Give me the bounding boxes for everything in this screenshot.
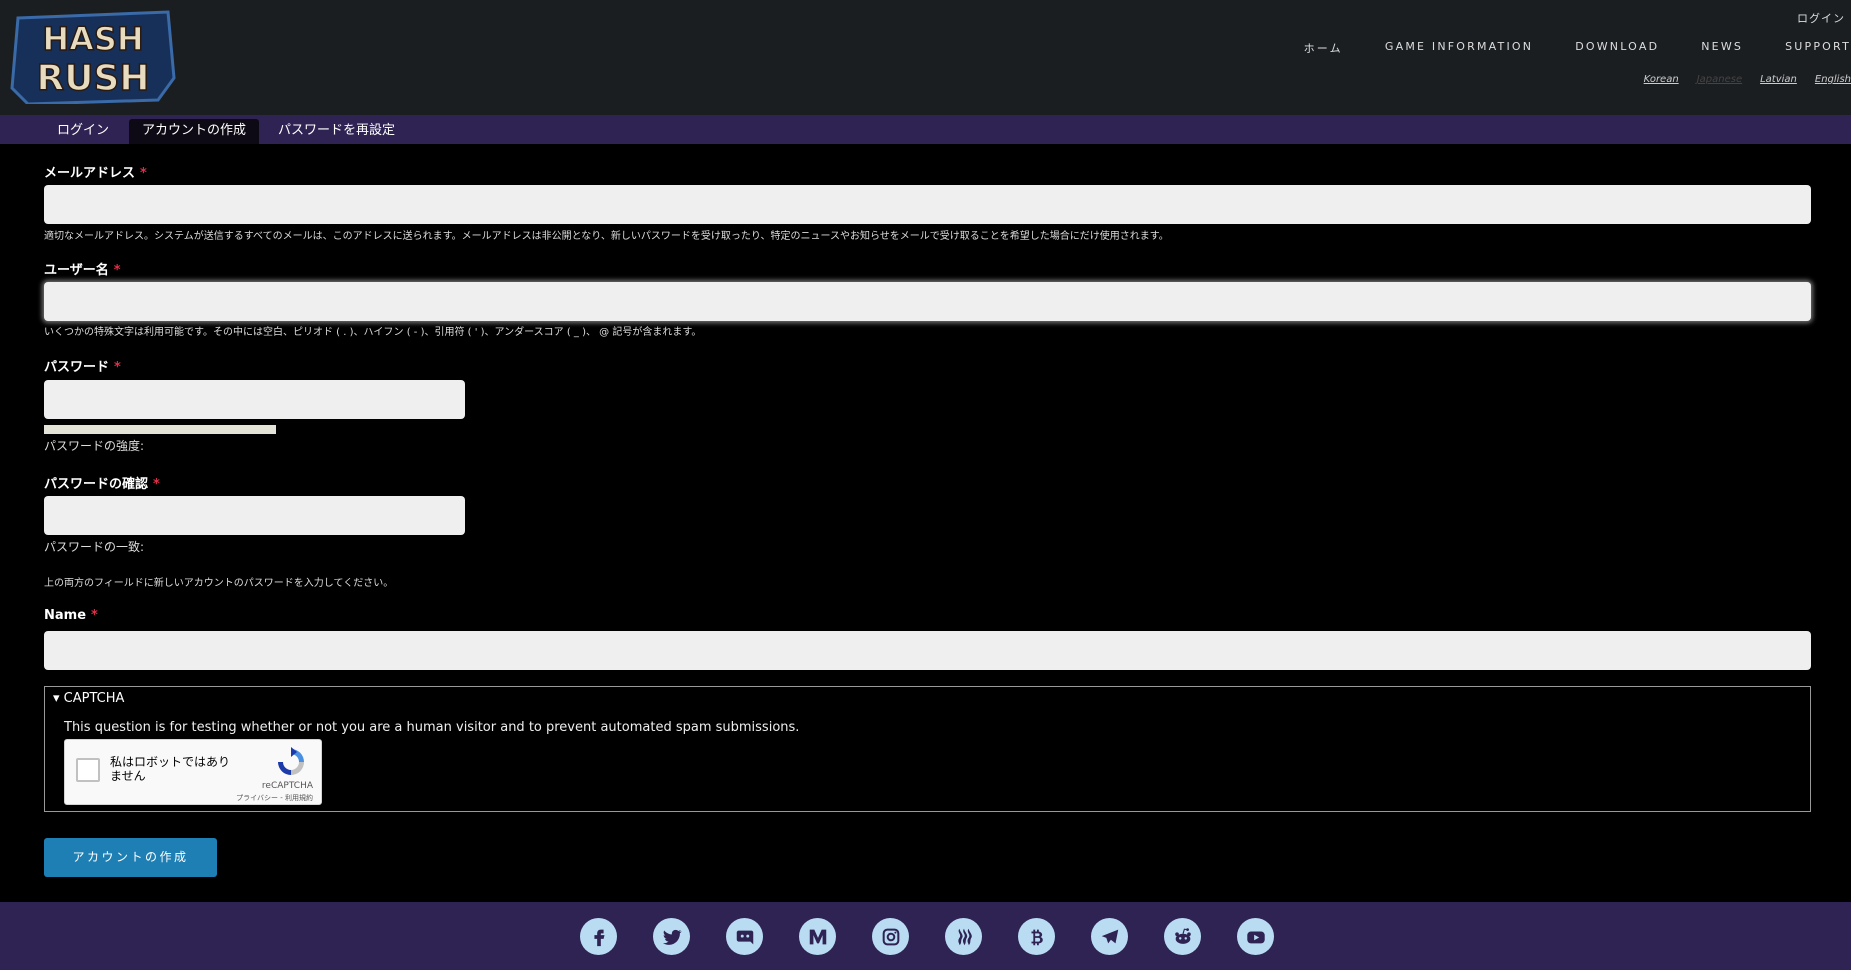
email-field[interactable] [44,185,1811,224]
required-mark: * [113,263,121,278]
main-nav: ホーム GAME INFORMATION DOWNLOAD NEWS SUPPO… [1304,40,1851,56]
required-mark: * [153,477,160,492]
password-match-label: パスワードの一致: [44,540,145,554]
username-field[interactable] [44,282,1811,321]
name-label: Name * [44,608,98,623]
language-switcher: Korean Japanese Latvian English [1626,74,1851,85]
telegram-icon[interactable] [1091,918,1128,955]
steemit-icon[interactable] [945,918,982,955]
nav-game-information[interactable]: GAME INFORMATION [1385,40,1533,56]
svg-text:HASH: HASH [42,20,143,58]
lang-latvian[interactable]: Latvian [1760,74,1797,85]
bitcoin-icon[interactable] [1018,918,1055,955]
password-field[interactable] [44,380,465,419]
lang-korean[interactable]: Korean [1644,74,1679,85]
email-description: 適切なメールアドレス。システムが送信するすべてのメールは、このアドレスに送られま… [44,231,1169,242]
password-help: 上の両方のフィールドに新しいアカウントのパスワードを入力してください。 [44,578,394,589]
lang-japanese[interactable]: Japanese [1697,74,1742,85]
twitter-icon[interactable] [653,918,690,955]
facebook-icon[interactable] [580,918,617,955]
nav-support[interactable]: SUPPORT [1785,40,1851,56]
site-header: HASH RUSH ログイン ホーム GAME INFORMATION DOWN… [0,0,1851,115]
required-mark: * [140,166,147,181]
email-label: メールアドレス * [44,166,147,181]
nav-download[interactable]: DOWNLOAD [1575,40,1659,56]
hash-rush-logo[interactable]: HASH RUSH [8,8,178,106]
captcha-description: This question is for testing whether or … [64,720,800,735]
name-field[interactable] [44,631,1811,670]
recaptcha-logo-icon [275,746,307,778]
nav-news[interactable]: NEWS [1701,40,1743,56]
create-account-button[interactable]: アカウントの作成 [44,838,217,877]
nav-home[interactable]: ホーム [1304,40,1343,56]
required-mark: * [91,608,98,623]
required-mark: * [114,360,121,375]
instagram-icon[interactable] [872,918,909,955]
recaptcha-checkbox[interactable] [76,758,100,782]
tab-create-account[interactable]: アカウントの作成 [129,119,260,144]
tab-login[interactable]: ログイン [44,119,122,144]
username-label: ユーザー名 * [44,263,121,278]
recaptcha-label: 私はロボットではありません [110,755,231,783]
top-login-link[interactable]: ログイン [1797,10,1845,26]
username-description: いくつかの特殊文字は利用可能です。その中には空白、ピリオド ( . )、ハイフン… [44,327,702,338]
password-strength-label: パスワードの強度: [44,439,145,453]
password-confirm-label: パスワードの確認 * [44,477,160,492]
discord-icon[interactable] [726,918,763,955]
recaptcha-terms-link[interactable]: プライバシー - 利用規約 [236,793,313,803]
account-tabs: ログイン アカウントの作成 パスワードを再設定 [0,115,1851,144]
svg-text:RUSH: RUSH [36,58,149,99]
site-footer [0,902,1851,970]
reddit-icon[interactable] [1164,918,1201,955]
lang-english[interactable]: English [1815,74,1851,85]
password-label: パスワード * [44,360,121,375]
password-strength-bar [44,425,276,434]
tab-reset-password[interactable]: パスワードを再設定 [265,119,408,144]
youtube-icon[interactable] [1237,918,1274,955]
captcha-fieldset: ▾ CAPTCHA This question is for testing w… [44,686,1811,812]
recaptcha-widget: 私はロボットではありません reCAPTCHA プライバシー - 利用規約 [64,739,322,805]
captcha-toggle[interactable]: ▾ CAPTCHA [53,691,124,706]
medium-icon[interactable] [799,918,836,955]
password-confirm-field[interactable] [44,496,465,535]
recaptcha-brand: reCAPTCHA [261,781,313,791]
